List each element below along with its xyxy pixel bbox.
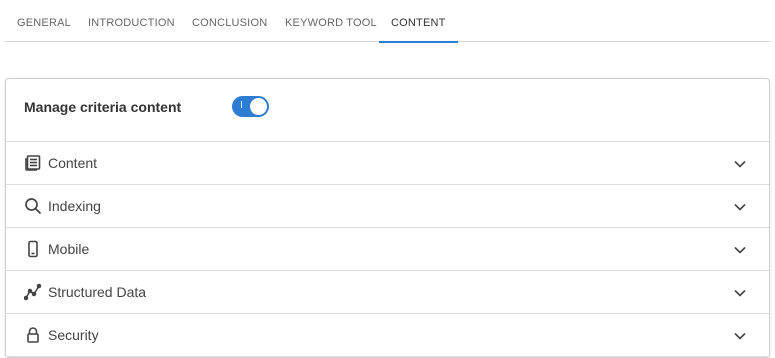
mobile-phone-icon	[24, 240, 42, 258]
chevron-down-icon[interactable]	[733, 200, 747, 214]
tab-content[interactable]: CONTENT	[379, 0, 458, 43]
tab-keyword-tool[interactable]: KEYWORD TOOL	[285, 0, 377, 42]
tab-conclusion[interactable]: CONCLUSION	[192, 0, 267, 42]
section-label: Security	[48, 327, 99, 343]
newspaper-icon	[24, 154, 42, 172]
section-label: Mobile	[48, 241, 90, 257]
toggle-knob	[250, 98, 267, 115]
chevron-down-icon[interactable]	[733, 157, 747, 171]
manage-criteria-toggle[interactable]	[232, 96, 269, 117]
tab-bar: GENERAL INTRODUCTION CONCLUSION KEYWORD …	[5, 0, 770, 43]
chevron-down-icon[interactable]	[733, 329, 747, 343]
toggle-on-mark	[241, 101, 242, 108]
tab-general[interactable]: GENERAL	[17, 0, 71, 42]
lock-icon	[24, 326, 42, 344]
panel-title: Manage criteria content	[24, 99, 182, 115]
chevron-down-icon[interactable]	[733, 286, 747, 300]
section-label: Structured Data	[48, 284, 147, 300]
section-label: Indexing	[48, 198, 101, 214]
search-icon	[24, 197, 42, 215]
panel-header: Manage criteria content	[6, 79, 769, 142]
section-label: Content	[48, 155, 98, 171]
criteria-panel: Manage criteria content Content Indexing…	[5, 78, 770, 358]
section-indexing[interactable]: Indexing	[6, 185, 769, 228]
section-security[interactable]: Security	[6, 314, 769, 357]
section-mobile[interactable]: Mobile	[6, 228, 769, 271]
tab-introduction[interactable]: INTRODUCTION	[88, 0, 175, 42]
line-chart-icon	[24, 283, 42, 301]
section-content[interactable]: Content	[6, 142, 769, 185]
section-structured-data[interactable]: Structured Data	[6, 271, 769, 314]
chevron-down-icon[interactable]	[733, 243, 747, 257]
